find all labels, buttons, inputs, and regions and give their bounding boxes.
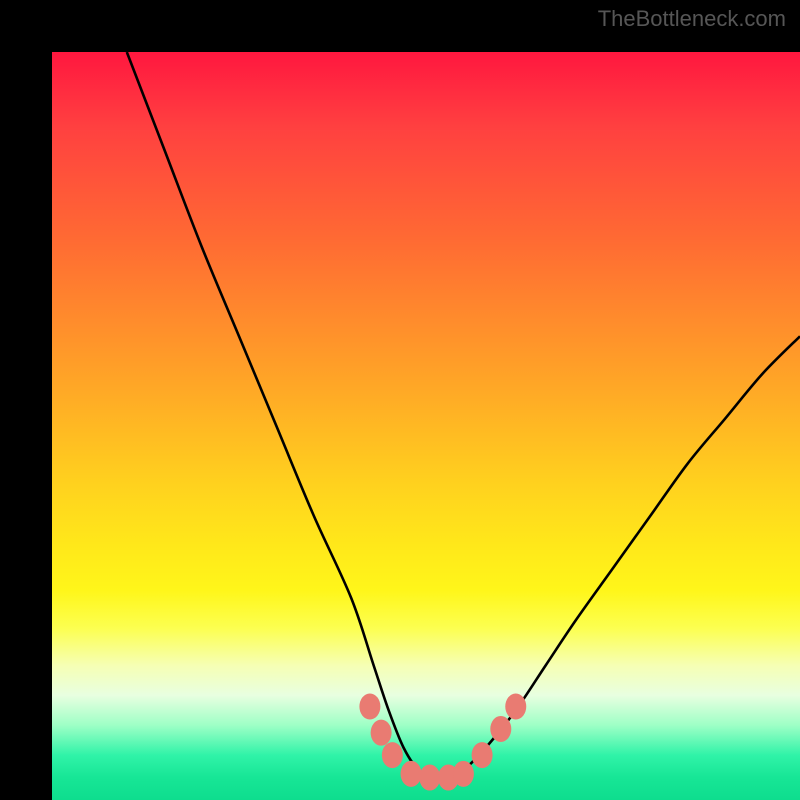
curve-marker — [453, 761, 474, 787]
chart-plot-area — [52, 52, 800, 800]
chart-svg — [52, 52, 800, 800]
curve-marker — [371, 720, 392, 746]
curve-marker — [401, 761, 422, 787]
curve-marker — [472, 742, 493, 768]
curve-marker — [419, 765, 440, 791]
chart-frame — [0, 0, 800, 800]
curve-marker — [382, 742, 403, 768]
curve-markers — [359, 694, 526, 791]
bottleneck-curve — [127, 52, 800, 778]
curve-marker — [505, 694, 526, 720]
curve-marker — [359, 694, 380, 720]
watermark-text: TheBottleneck.com — [598, 6, 786, 32]
curve-marker — [490, 716, 511, 742]
